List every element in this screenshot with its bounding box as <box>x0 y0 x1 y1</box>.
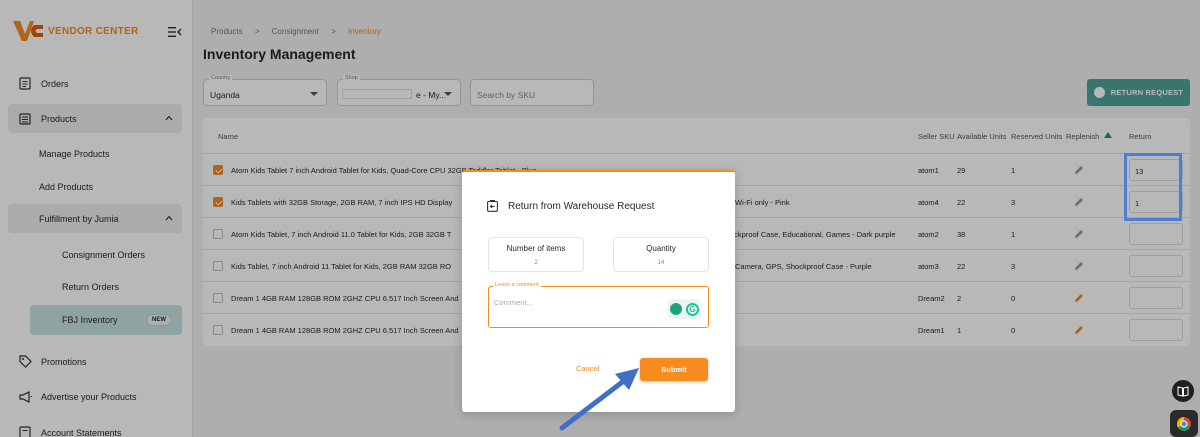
comment-textarea[interactable]: Leave a comment Comment... G <box>488 282 709 328</box>
dialog-header: Return from Warehouse Request <box>487 200 654 212</box>
number-of-items-card: Number of items 2 <box>488 237 584 272</box>
book-widget[interactable] <box>1172 380 1194 402</box>
bulb-icon[interactable] <box>670 303 682 315</box>
grammarly-widget[interactable]: G <box>668 299 701 319</box>
browser-icon <box>1177 416 1191 431</box>
number-of-items-label: Number of items <box>506 244 566 253</box>
comment-placeholder: Comment... <box>494 298 533 307</box>
return-column-highlight <box>1124 153 1182 221</box>
grammarly-icon[interactable]: G <box>686 302 699 316</box>
quantity-card: Quantity 14 <box>613 237 709 272</box>
number-of-items-value: 2 <box>534 260 538 266</box>
quantity-label: Quantity <box>646 244 676 253</box>
return-box-icon <box>487 200 498 212</box>
annotation-arrow-icon <box>559 368 639 431</box>
submit-button[interactable]: Submit <box>640 358 708 381</box>
dialog-title: Return from Warehouse Request <box>508 200 655 212</box>
quantity-value: 14 <box>657 260 665 266</box>
chrome-widget[interactable] <box>1170 410 1198 437</box>
comment-label: Leave a comment <box>493 282 541 288</box>
book-icon <box>1177 385 1189 397</box>
